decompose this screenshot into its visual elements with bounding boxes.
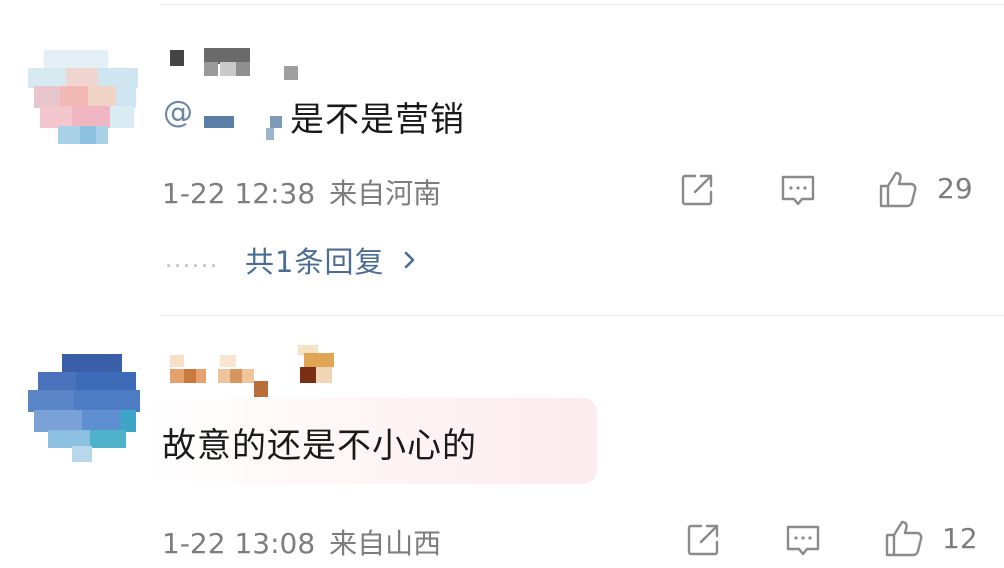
chevron-right-icon (398, 248, 420, 272)
avatar-pixelated[interactable] (24, 350, 144, 462)
comment-location: 来自山西 (329, 527, 442, 560)
username-redacted[interactable] (170, 48, 310, 82)
comment-divider (160, 315, 1004, 316)
comment-meta: 1-22 12:38 来自河南 (162, 172, 441, 212)
share-icon[interactable] (677, 170, 717, 210)
comment-text: 故意的还是不小心的 (162, 426, 477, 466)
reply-summary: 共1条回复 (245, 245, 385, 279)
like-count: 29 (937, 172, 973, 205)
comment-icon[interactable] (783, 520, 823, 560)
avatar-pixelated[interactable] (22, 42, 142, 154)
top-divider (160, 4, 1004, 5)
like-count: 12 (942, 522, 978, 555)
share-icon[interactable] (683, 520, 723, 560)
thumbs-up-icon[interactable] (883, 517, 923, 557)
mention-username-redacted[interactable] (200, 100, 290, 144)
comment-location: 来自河南 (329, 177, 442, 210)
mention-at-symbol[interactable]: @ (163, 95, 193, 130)
thumbs-up-icon[interactable] (877, 168, 917, 208)
comment-icon[interactable] (778, 170, 818, 210)
reply-dots: ...... (165, 247, 219, 273)
comment-time: 1-22 13:08 (162, 527, 316, 560)
view-replies-link[interactable]: ...... 共1条回复 (165, 240, 420, 280)
username-redacted[interactable] (170, 345, 340, 401)
comment-time: 1-22 12:38 (162, 177, 316, 210)
comment-text: 是不是营销 (290, 100, 465, 140)
comment-meta: 1-22 13:08 来自山西 (162, 522, 441, 562)
